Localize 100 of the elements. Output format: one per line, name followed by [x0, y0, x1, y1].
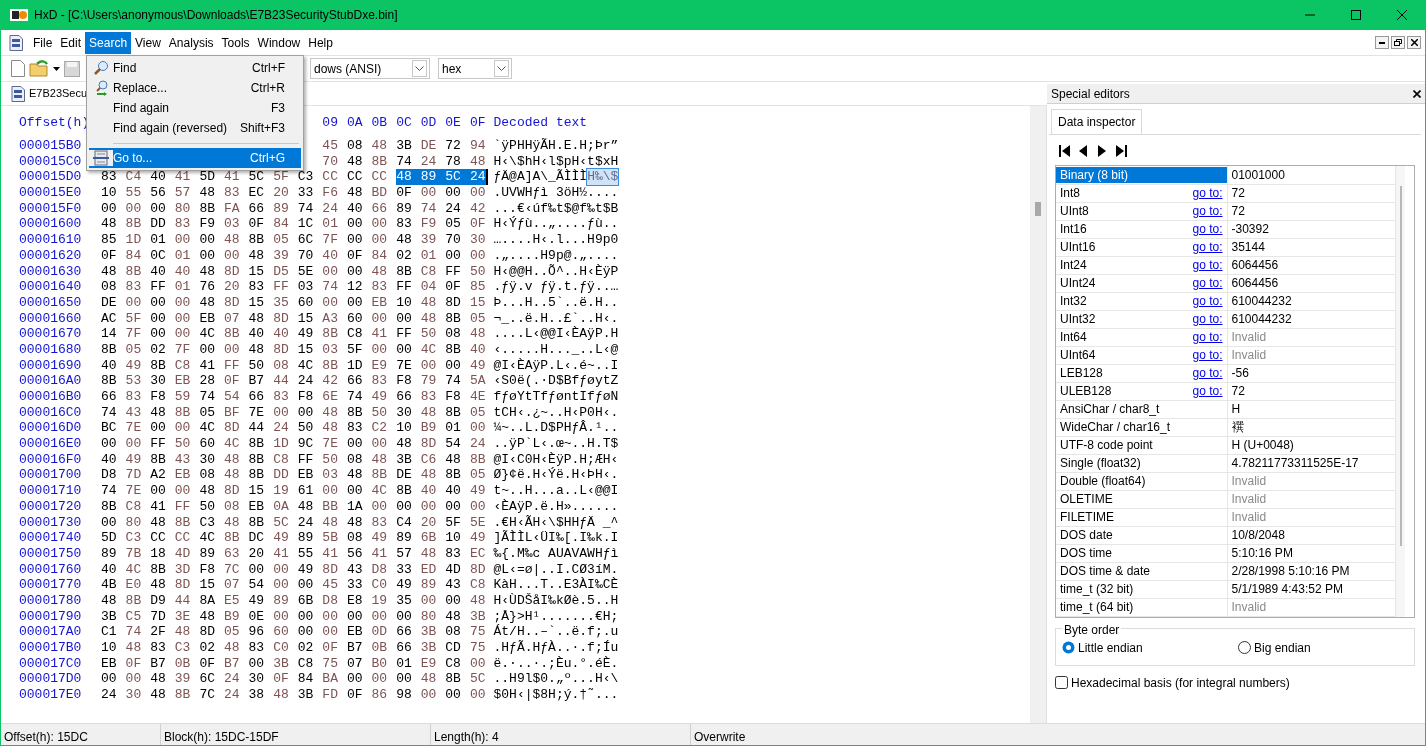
- hex-byte: 4C: [199, 326, 216, 342]
- field-label[interactable]: AnsiChar / char8_t: [1060, 402, 1223, 416]
- menu-item[interactable]: View: [131, 31, 165, 54]
- hex-byte: C8: [125, 498, 143, 515]
- go-to-link[interactable]: go to:: [1192, 276, 1223, 290]
- go-to-link[interactable]: go to:: [1192, 186, 1223, 200]
- hex-byte: 54: [223, 389, 241, 405]
- row-offset: 00001720: [19, 498, 83, 515]
- hex-byte: 0D: [371, 624, 389, 640]
- menu-item[interactable]: Edit: [56, 31, 86, 54]
- menu-item[interactable]: Tools: [217, 31, 254, 54]
- hex-byte: 83: [248, 640, 266, 656]
- scrollbar[interactable]: [1030, 106, 1046, 723]
- field-label[interactable]: UTF-8 code point: [1060, 438, 1223, 452]
- go-to-link[interactable]: go to:: [1192, 384, 1223, 398]
- menu-item[interactable]: Search: [85, 31, 132, 54]
- hex-byte: 7E: [396, 357, 413, 374]
- field-value: 72: [1227, 202, 1396, 220]
- hex-byte: 08: [199, 467, 216, 484]
- decoded-text: ‹ÈAÿP.ë.H»......: [493, 498, 619, 515]
- row-offset: 000016C0: [19, 404, 83, 421]
- hex-byte: 00: [469, 247, 487, 264]
- menu-item[interactable]: File: [29, 31, 57, 54]
- open-folder-icon[interactable]: [29, 60, 49, 77]
- field-label[interactable]: time_t (32 bit): [1060, 582, 1223, 596]
- hex-byte: 24: [273, 420, 290, 437]
- hex-byte: 48: [346, 514, 364, 531]
- menu-item[interactable]: Analysis: [164, 31, 218, 54]
- go-to-link[interactable]: go to:: [1192, 294, 1223, 308]
- go-to-link[interactable]: go to:: [1192, 222, 1223, 236]
- hex-byte: 8D: [273, 341, 290, 358]
- hex-byte: C3: [199, 514, 216, 531]
- scrollbar[interactable]: [1396, 166, 1405, 617]
- hex-byte: FD: [322, 687, 339, 703]
- data-inspector-tab[interactable]: Data inspector: [1051, 109, 1143, 134]
- minimize-button[interactable]: [1375, 36, 1389, 49]
- go-to-link[interactable]: go to:: [1192, 330, 1223, 344]
- hex-byte: C8: [174, 357, 192, 374]
- radio-option[interactable]: Little endian: [1062, 638, 1238, 657]
- menu-item[interactable]: Window: [253, 31, 305, 54]
- go-to-link[interactable]: go to:: [1192, 312, 1223, 326]
- hex-byte: EB: [174, 373, 192, 389]
- field-label[interactable]: Double (float64): [1060, 474, 1223, 488]
- go-to-link[interactable]: go to:: [1192, 258, 1223, 272]
- go-to-link[interactable]: go to:: [1192, 366, 1223, 380]
- hex-byte: 0F: [346, 247, 364, 264]
- hex-byte: EB: [371, 294, 389, 311]
- hex-byte: EB: [248, 498, 266, 515]
- restore-button[interactable]: [1391, 36, 1405, 49]
- hex-byte: 89: [273, 592, 290, 609]
- field-label[interactable]: DOS time: [1060, 546, 1223, 560]
- hex-byte: 43: [125, 404, 143, 421]
- menu-item[interactable]: Find again F3: [89, 98, 301, 118]
- hex-byte: 00: [371, 671, 389, 688]
- hex-byte: 24: [322, 200, 339, 217]
- hex-byte: 7E: [248, 404, 266, 421]
- menu-item[interactable]: Help: [304, 31, 337, 54]
- hex-byte: 7B: [125, 545, 143, 562]
- hex-byte: 66: [371, 200, 389, 217]
- hex-byte: 00: [346, 232, 364, 248]
- row-offset: 000016E0: [19, 436, 83, 452]
- hex-byte: 08: [346, 138, 364, 154]
- hex-byte: 3B: [469, 608, 487, 625]
- encoding-dropdown[interactable]: dows (ANSI): [310, 58, 430, 79]
- previous-icon[interactable]: [1078, 144, 1089, 158]
- field-label[interactable]: time_t (64 bit): [1060, 600, 1223, 614]
- go-to-link[interactable]: go to:: [1192, 240, 1223, 254]
- close-button[interactable]: [1407, 36, 1421, 49]
- first-icon[interactable]: [1059, 144, 1070, 158]
- hex-byte: 83: [223, 185, 241, 201]
- radio-option[interactable]: Big endian: [1238, 638, 1311, 657]
- menu-item[interactable]: Go to... Ctrl+G: [89, 148, 301, 168]
- hex-byte: 43: [174, 451, 192, 468]
- view-dropdown[interactable]: hex: [438, 58, 512, 79]
- menu-item[interactable]: Find Ctrl+F: [89, 58, 301, 78]
- new-file-icon[interactable]: [11, 60, 25, 77]
- hex-byte: 74: [445, 373, 462, 389]
- field-label[interactable]: Binary (8 bit): [1056, 166, 1227, 183]
- field-label[interactable]: FILETIME: [1060, 510, 1223, 524]
- hex-byte: 00: [150, 294, 167, 311]
- decoded-text: .HƒÃ.HƒÀ..·.f;Íu: [493, 640, 619, 656]
- checkbox-option[interactable]: Hexadecimal basis (for integral numbers): [1055, 673, 1415, 692]
- last-icon[interactable]: [1116, 144, 1127, 158]
- hex-byte: 5E: [469, 514, 487, 531]
- field-label[interactable]: OLETIME: [1060, 492, 1223, 506]
- hex-byte: 15: [469, 294, 487, 311]
- field-label[interactable]: DOS time & date: [1060, 564, 1223, 578]
- caret-icon[interactable]: [53, 66, 60, 71]
- field-label[interactable]: WideChar / char16_t: [1060, 420, 1223, 434]
- hex-byte: 00: [199, 247, 216, 264]
- menu-item[interactable]: Find again (reversed) Shift+F3: [89, 118, 301, 138]
- field-label[interactable]: Single (float32): [1060, 456, 1223, 470]
- field-label[interactable]: DOS date: [1060, 528, 1223, 542]
- go-to-link[interactable]: go to:: [1192, 204, 1223, 218]
- decoded-text: `ÿPHHÿÃH.E.H;Þr”: [493, 138, 619, 154]
- field-label: Int16: [1060, 222, 1087, 236]
- go-to-link[interactable]: go to:: [1192, 348, 1223, 362]
- menu-item[interactable]: Replace... Ctrl+R: [89, 78, 301, 98]
- next-icon[interactable]: [1097, 144, 1108, 158]
- hex-byte: CC: [150, 530, 167, 546]
